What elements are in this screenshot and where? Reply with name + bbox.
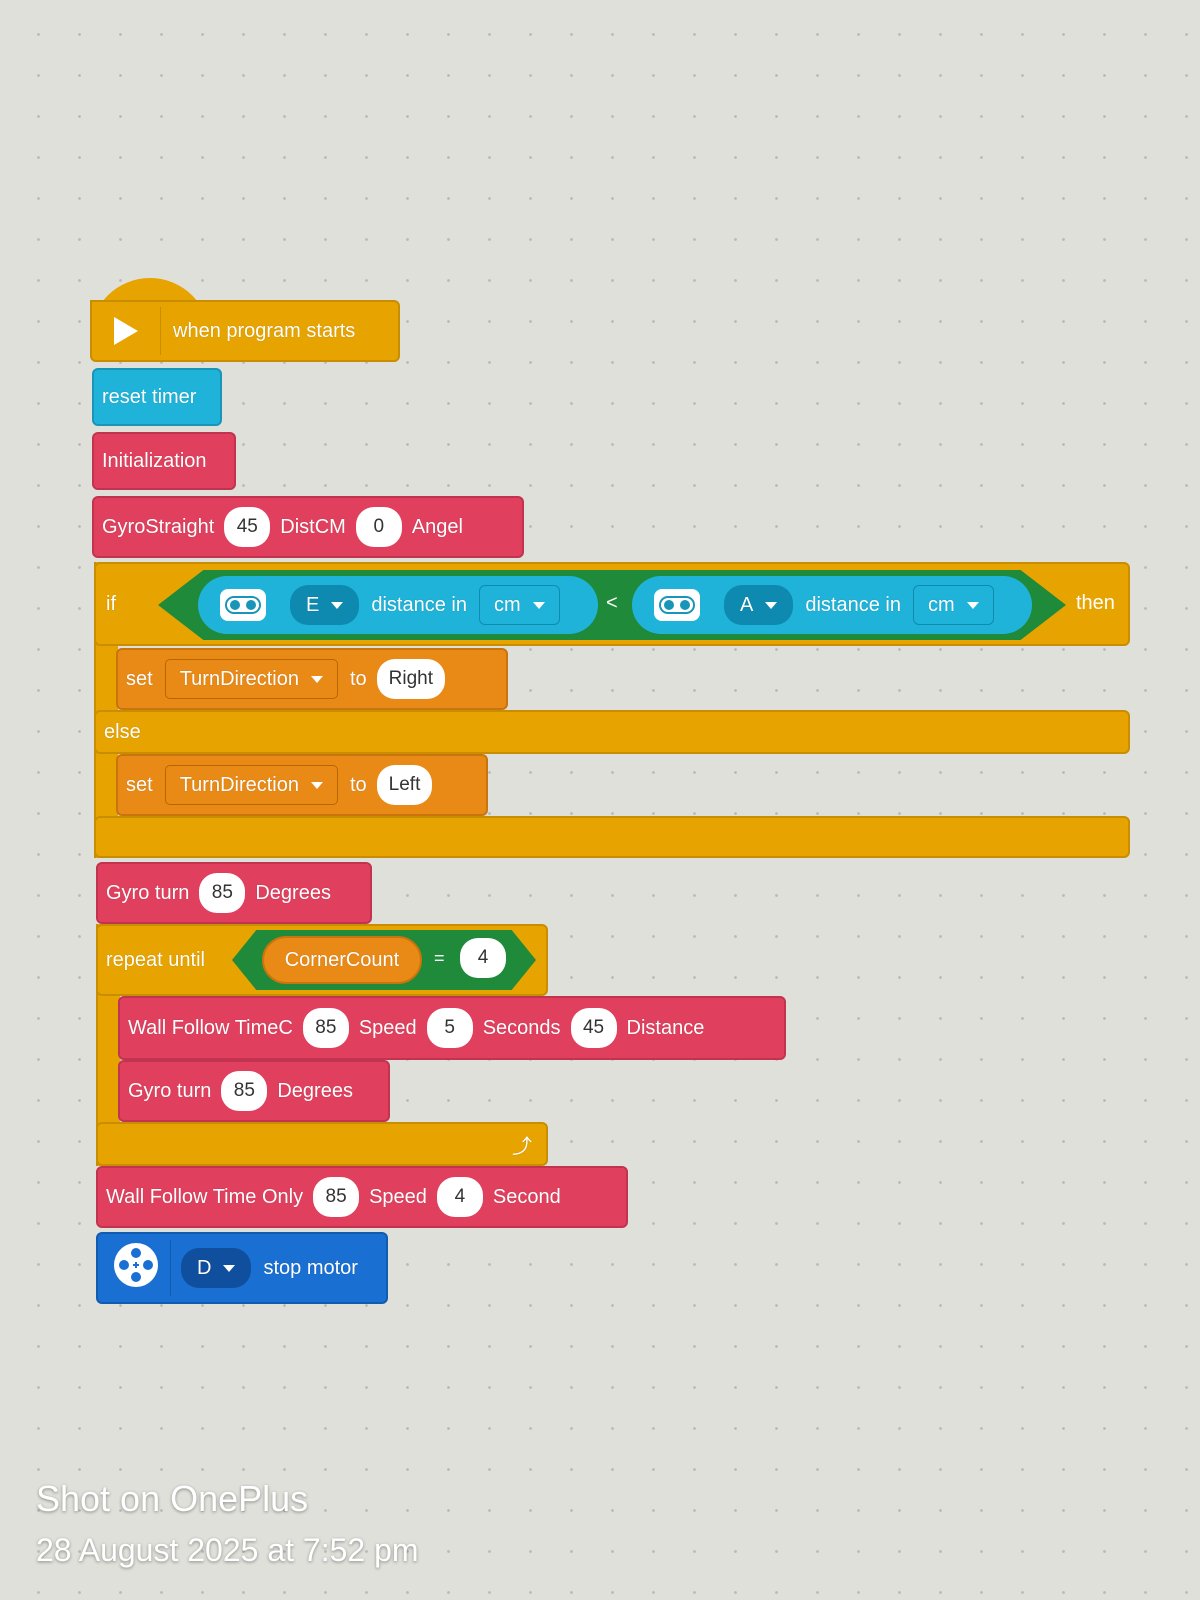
variable-caret-icon-2 <box>310 781 323 789</box>
loop-arrow-icon: ⤴ <box>512 1135 532 1158</box>
initialization-label: Initialization <box>102 449 207 472</box>
wall-follow-speed-label: Speed <box>358 1016 417 1039</box>
right-port-value: A <box>740 593 754 616</box>
variable-name-2: TurnDirection <box>179 773 299 796</box>
wall-follow-speed-input[interactable]: 85 <box>302 1008 349 1048</box>
gyro-turn-label: Gyro turn <box>106 881 190 904</box>
to-label-2: to <box>349 773 367 796</box>
initialization-block[interactable]: Initialization <box>92 432 236 490</box>
watermark-title: Shot on OnePlus <box>36 1478 309 1519</box>
hat-label: when program starts <box>173 319 356 342</box>
right-unit-caret-icon <box>966 601 979 609</box>
stop-motor-block[interactable]: D stop motor <box>96 1232 388 1304</box>
left-unit-value: cm <box>493 593 521 616</box>
gyro-turn-block[interactable]: Gyro turn 85 Degrees <box>96 862 372 924</box>
repeat-until-label: repeat until <box>106 948 205 971</box>
set-variable-right-block[interactable]: set TurnDirection to Right <box>116 648 508 710</box>
set-label: set <box>126 667 153 690</box>
gyro-straight-dist-input[interactable]: 0 <box>355 507 402 547</box>
gyro-straight-label: GyroStraight <box>102 515 215 538</box>
equals-sign: = <box>434 948 445 968</box>
gyro-turn-loop-label: Gyro turn <box>128 1079 212 1102</box>
repeat-footer: ⤴ <box>96 1122 548 1166</box>
wall-follow-timec-label: Wall Follow TimeC <box>128 1016 293 1039</box>
variable-dropdown[interactable]: TurnDirection <box>164 659 338 699</box>
gyro-turn-loop-block[interactable]: Gyro turn 85 Degrees <box>118 1060 390 1122</box>
gyro-straight-block[interactable]: GyroStraight 45 DistCM 0 Angel <box>92 496 524 558</box>
motor-port-value: D <box>197 1256 212 1279</box>
right-distance-label: distance in <box>805 593 901 616</box>
reset-timer-label: reset timer <box>102 385 197 408</box>
wall-follow-time-seconds-label: Second <box>492 1185 561 1208</box>
gyro-straight-angle-label: Angel <box>411 515 463 538</box>
wall-follow-time-only-block[interactable]: Wall Follow Time Only 85 Speed 4 Second <box>96 1166 628 1228</box>
if-label: if <box>106 592 116 615</box>
left-distance-label: distance in <box>371 593 467 616</box>
left-port-caret-icon <box>331 601 344 609</box>
variable-name: TurnDirection <box>179 667 299 690</box>
wall-follow-time-seconds-input[interactable]: 4 <box>436 1177 483 1217</box>
less-than-operator: < <box>606 592 618 614</box>
wall-follow-timec-block[interactable]: Wall Follow TimeC 85 Speed 5 Seconds 45 … <box>118 996 786 1060</box>
corner-count-reporter[interactable]: CornerCount <box>262 936 422 984</box>
code-canvas[interactable]: when program starts reset timer Initiali… <box>0 0 1200 1600</box>
then-label: then <box>1076 592 1115 614</box>
right-unit-value: cm <box>927 593 955 616</box>
reset-timer-block[interactable]: reset timer <box>92 368 222 426</box>
watermark-date: 28 August 2025 at 7:52 pm <box>36 1532 419 1568</box>
right-unit-dropdown[interactable]: cm <box>912 585 994 625</box>
corner-count-name: CornerCount <box>284 948 400 971</box>
value-input-left[interactable]: Left <box>376 765 433 805</box>
stop-motor-divider <box>170 1240 171 1296</box>
wall-follow-time-speed-input[interactable]: 85 <box>313 1177 360 1217</box>
left-unit-dropdown[interactable]: cm <box>478 585 560 625</box>
gyro-straight-dist-label: DistCM <box>280 515 346 538</box>
right-distance-reporter[interactable]: A distance in cm <box>632 576 1032 634</box>
distance-sensor-icon-2 <box>654 589 700 621</box>
variable-caret-icon <box>310 675 323 683</box>
motor-icon <box>112 1241 160 1295</box>
set-label-2: set <box>126 773 153 796</box>
left-unit-caret-icon <box>532 601 545 609</box>
if-else-block[interactable]: if then E distance in cm < A distance in… <box>94 562 1130 858</box>
gyro-straight-speed-input[interactable]: 45 <box>224 507 271 547</box>
motor-port-caret-icon <box>223 1264 236 1272</box>
wall-follow-distance-label: Distance <box>626 1016 705 1039</box>
wall-follow-seconds-input[interactable]: 5 <box>426 1008 473 1048</box>
left-port-dropdown[interactable]: E <box>290 585 360 625</box>
play-icon <box>114 317 138 345</box>
else-bar: else <box>94 710 1130 754</box>
distance-sensor-icon <box>220 589 266 621</box>
repeat-until-block[interactable]: repeat until CornerCount = 4 Wall Follow… <box>96 924 786 1166</box>
wall-follow-time-only-label: Wall Follow Time Only <box>106 1185 304 1208</box>
left-distance-reporter[interactable]: E distance in cm <box>198 576 598 634</box>
wall-follow-seconds-label: Seconds <box>482 1016 561 1039</box>
hat-divider <box>160 307 161 355</box>
gyro-turn-loop-unit: Degrees <box>277 1079 353 1102</box>
wall-follow-distance-input[interactable]: 45 <box>570 1008 617 1048</box>
value-input-right[interactable]: Right <box>376 659 446 699</box>
to-label: to <box>349 667 367 690</box>
stop-motor-label: stop motor <box>263 1256 358 1279</box>
left-port-value: E <box>306 593 320 616</box>
right-port-dropdown[interactable]: A <box>724 585 794 625</box>
right-port-caret-icon <box>765 601 778 609</box>
motor-port-dropdown[interactable]: D <box>181 1248 252 1288</box>
gyro-turn-unit: Degrees <box>255 881 331 904</box>
set-variable-left-block[interactable]: set TurnDirection to Left <box>116 754 488 816</box>
wall-follow-time-speed-label: Speed <box>369 1185 427 1208</box>
repeat-target-input[interactable]: 4 <box>460 938 506 978</box>
if-else-footer <box>94 816 1130 858</box>
variable-dropdown-2[interactable]: TurnDirection <box>164 765 338 805</box>
gyro-turn-loop-input[interactable]: 85 <box>221 1071 268 1111</box>
when-program-starts-block[interactable]: when program starts <box>90 300 400 362</box>
else-label: else <box>104 720 141 743</box>
gyro-turn-degree-input[interactable]: 85 <box>199 873 246 913</box>
